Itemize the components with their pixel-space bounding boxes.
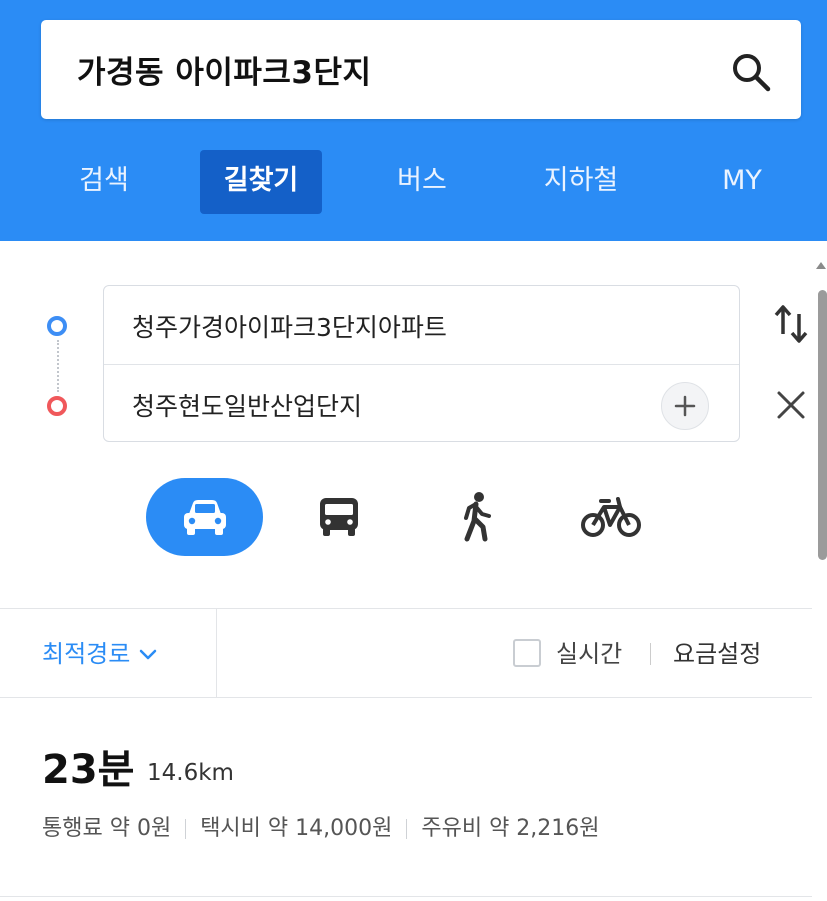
header: 검색 길찾기 버스 지하철 MY — [0, 0, 827, 241]
divider — [185, 819, 187, 839]
taxi-cost: 택시비 약 14,000원 — [200, 816, 393, 841]
route-costs: 통행료 약 0원 택시비 약 14,000원 주유비 약 2,216원 — [42, 812, 600, 846]
start-input[interactable] — [132, 306, 652, 346]
tab-bus[interactable]: 버스 — [380, 150, 464, 214]
divider — [0, 896, 812, 897]
route-input-box — [103, 285, 740, 442]
close-icon[interactable] — [776, 390, 806, 420]
route-divider — [104, 364, 739, 365]
swap-icon[interactable] — [772, 304, 810, 344]
divider — [650, 643, 651, 665]
tab-search[interactable]: 검색 — [62, 150, 146, 214]
search-box — [41, 20, 801, 119]
car-icon — [184, 500, 226, 535]
route-connector — [57, 340, 59, 392]
fare-setting-button[interactable]: 요금설정 — [673, 634, 761, 674]
mode-car-button[interactable] — [146, 478, 263, 556]
divider — [406, 819, 408, 839]
scroll-up-arrow-icon[interactable] — [816, 262, 826, 269]
route-type-dropdown[interactable]: 최적경로 — [42, 634, 158, 674]
route-type-label: 최적경로 — [42, 640, 131, 668]
start-marker-icon — [47, 316, 67, 336]
divider — [0, 697, 812, 698]
end-input[interactable] — [132, 385, 652, 425]
mode-bike-button[interactable] — [572, 478, 652, 556]
tab-subway[interactable]: 지하철 — [527, 150, 635, 214]
search-icon[interactable] — [729, 50, 773, 94]
scrollbar-thumb[interactable] — [818, 290, 827, 560]
divider — [0, 608, 812, 609]
toll-cost: 통행료 약 0원 — [42, 816, 172, 841]
mode-bus-button[interactable] — [300, 478, 380, 556]
route-duration[interactable]: 23분 — [42, 742, 134, 798]
walk-icon — [464, 492, 491, 542]
bus-icon — [320, 498, 358, 536]
fuel-cost: 주유비 약 2,216원 — [421, 816, 600, 841]
plus-icon — [674, 395, 696, 417]
add-waypoint-button[interactable] — [661, 382, 709, 430]
search-input[interactable] — [77, 42, 697, 96]
realtime-label[interactable]: 실시간 — [556, 634, 622, 674]
end-marker-icon — [47, 396, 67, 416]
tab-directions[interactable]: 길찾기 — [200, 150, 322, 214]
realtime-checkbox[interactable] — [513, 639, 541, 667]
bike-icon — [581, 497, 641, 537]
mode-walk-button[interactable] — [437, 478, 517, 556]
divider — [216, 609, 217, 697]
route-distance: 14.6km — [147, 760, 234, 786]
tab-my[interactable]: MY — [705, 150, 779, 214]
chevron-down-icon — [140, 649, 157, 660]
nav-tabs: 검색 길찾기 버스 지하철 MY — [0, 150, 827, 214]
